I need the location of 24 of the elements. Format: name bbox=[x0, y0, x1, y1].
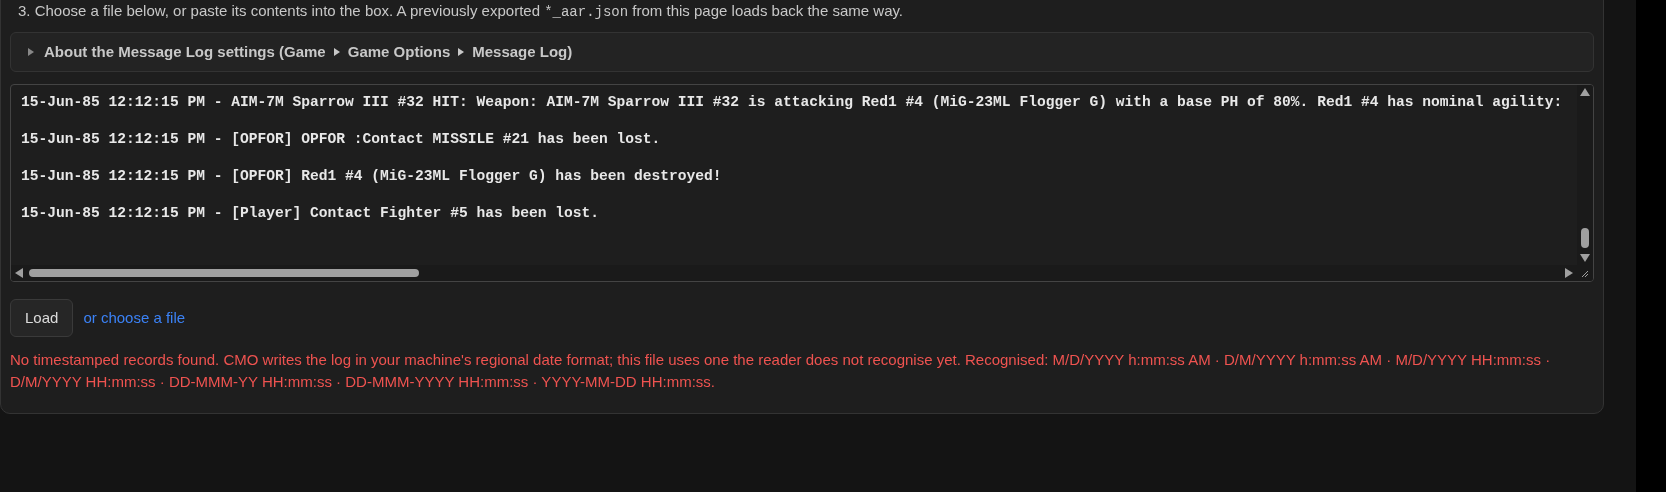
log-line: 15-Jun-85 12:12:15 PM - [OPFOR] Red1 #4 (MiG-23ML Flogger G) has been destroyed! bbox=[21, 167, 722, 185]
details-summary-text: Message Log) bbox=[472, 41, 573, 62]
resize-handle-icon[interactable] bbox=[1579, 268, 1589, 278]
log-line: 15-Jun-85 12:12:15 PM - AIM-7M Sparrow III #32 HIT: Weapon: AIM-7M Sparrow III #32 is attacking Red1 #4 (MiG-23ML Flogger G) with a base PH of 80%. Red1 #4 has nominal agility: bbox=[21, 93, 1563, 111]
scroll-right-icon[interactable] bbox=[1565, 268, 1573, 278]
horizontal-scrollbar[interactable] bbox=[11, 265, 1593, 281]
vertical-scrollbar[interactable] bbox=[1577, 85, 1593, 265]
details-panel[interactable]: About the Message Log settings (Game Game Options Message Log) bbox=[10, 32, 1594, 72]
scroll-thumb[interactable] bbox=[29, 269, 419, 277]
details-summary-text: About the Message Log settings (Game bbox=[44, 41, 326, 62]
instruction-text: 3. Choose a file below, or paste its contents into the box. A previously exported *_aar.json from this page loads back the same way. bbox=[18, 1, 905, 22]
scroll-up-icon[interactable] bbox=[1580, 88, 1590, 96]
scroll-down-icon[interactable] bbox=[1580, 254, 1590, 262]
log-textarea[interactable] bbox=[10, 84, 1594, 282]
scroll-thumb[interactable] bbox=[1581, 228, 1589, 248]
load-button[interactable]: Load bbox=[10, 299, 74, 337]
log-line: 15-Jun-85 12:12:15 PM - [Player] Contact Fighter #5 has been lost. bbox=[21, 204, 599, 222]
scroll-left-icon[interactable] bbox=[15, 268, 23, 278]
error-message: No timestamped records found. CMO writes the log in your machine's regional date format; this file uses one the reader does not recognise yet. Recognised: M/D/YYYY h:mm:ss AM · D/M/YYYY h:mm:ss AM · M/D/YYYY HH:mm:ss · D/M/YYYY HH:mm:ss · DD-MMM-YY HH:mm:ss · DD-MMM-YYYY HH:mm:ss · YYYY-MM-DD HH:mm:ss. bbox=[10, 350, 1552, 392]
breadcrumb-arrow-icon bbox=[458, 48, 465, 56]
breadcrumb-arrow-icon bbox=[333, 48, 340, 56]
choose-file-link[interactable]: or choose a file bbox=[83, 306, 186, 330]
log-line: 15-Jun-85 12:12:15 PM - [OPFOR] OPFOR :Contact MISSILE #21 has been lost. bbox=[21, 130, 661, 148]
details-summary-text: Game Options bbox=[347, 41, 451, 62]
